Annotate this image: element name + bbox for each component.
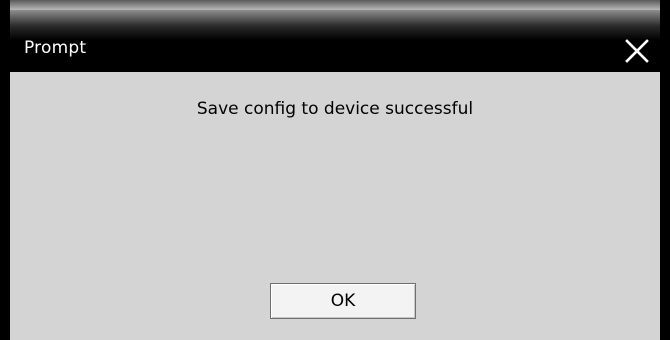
dialog-message: Save config to device successful — [196, 99, 474, 119]
close-icon — [625, 39, 649, 63]
title-bar[interactable]: Prompt — [10, 10, 660, 72]
title-strip — [10, 0, 660, 10]
close-button[interactable] — [620, 34, 654, 68]
ok-button[interactable]: OK — [270, 283, 416, 319]
prompt-dialog: Prompt Save config to device successful … — [0, 0, 670, 340]
dialog-title: Prompt — [24, 38, 87, 58]
dialog-body: Save config to device successful OK — [10, 72, 660, 340]
